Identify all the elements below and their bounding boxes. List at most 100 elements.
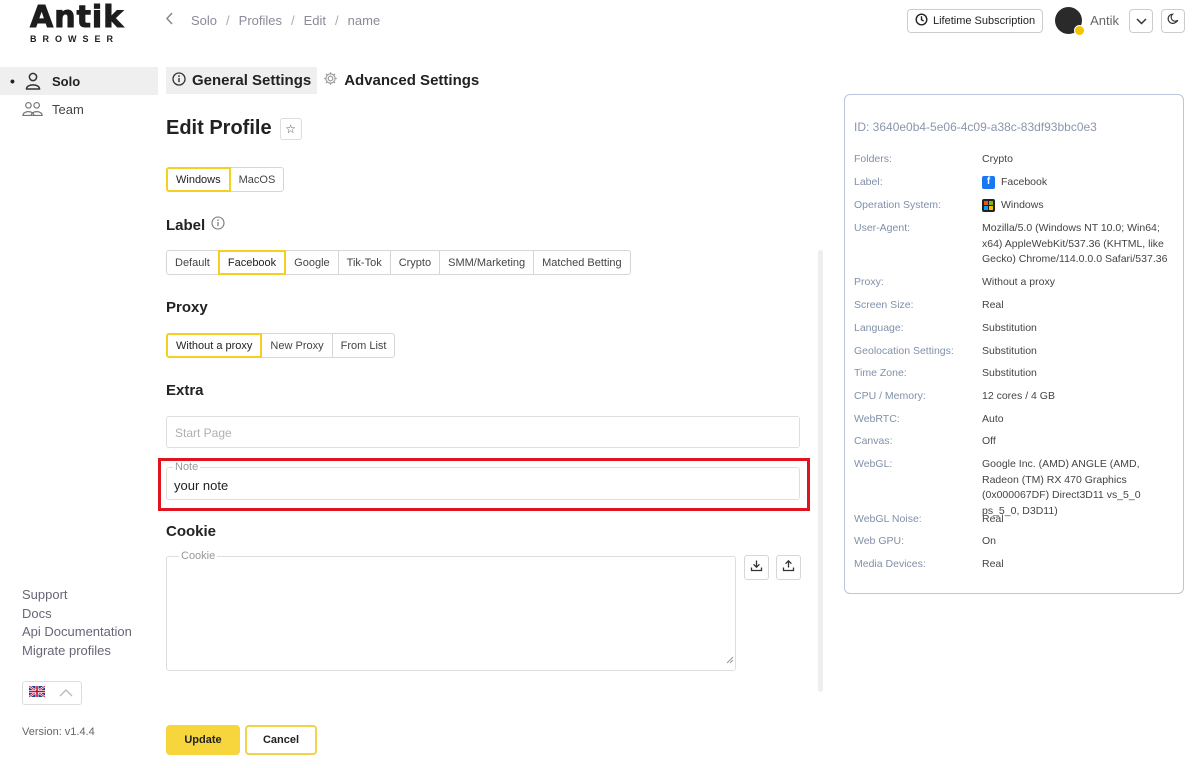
info-row-time-zone: Time Zone: Substitution (854, 366, 1176, 382)
theme-toggle-button[interactable] (1161, 8, 1185, 33)
note-highlight-box (158, 458, 810, 511)
info-key: User-Agent: (854, 222, 911, 234)
update-button[interactable]: Update (166, 725, 240, 755)
info-key: Geolocation Settings: (854, 345, 954, 357)
proxy-heading: Proxy (166, 299, 208, 316)
user-name[interactable]: Antik (1090, 13, 1119, 28)
cancel-button[interactable]: Cancel (245, 725, 317, 755)
os-option-macos[interactable]: MacOS (229, 167, 285, 192)
profile-id: ID: 3640e0b4-5e06-4c09-a38c-83df93bbc0e3 (854, 120, 1097, 134)
antik-logo: Antik BROWSER (30, 0, 130, 44)
info-value: Mozilla/5.0 (Windows NT 10.0; Win64; x64… (982, 221, 1176, 268)
sidebar-item-label: Team (52, 101, 84, 117)
info-value-text: Real (982, 299, 1004, 311)
cookie-textarea[interactable]: Cookie (166, 550, 736, 671)
uk-flag-icon (28, 684, 46, 702)
info-key: Operation System: (854, 199, 941, 211)
info-key: Time Zone: (854, 367, 907, 379)
sidebar-item-solo[interactable]: • Solo (0, 67, 158, 95)
info-value: Crypto (982, 152, 1176, 168)
api-documentation-link[interactable]: Api Documentation (22, 623, 132, 642)
tab-general-settings[interactable]: General Settings (166, 67, 318, 94)
extra-heading: Extra (166, 382, 204, 399)
info-row-web-gpu: Web GPU: On (854, 534, 1176, 550)
migrate-profiles-link[interactable]: Migrate profiles (22, 642, 132, 661)
info-value: 12 cores / 4 GB (982, 389, 1176, 405)
facebook-icon: f (982, 176, 995, 189)
info-key: Screen Size: (854, 299, 914, 311)
info-value: Real (982, 557, 1176, 573)
proxy-option-from-list[interactable]: From List (331, 333, 396, 358)
info-row-canvas: Canvas: Off (854, 434, 1176, 450)
info-value: Real (982, 512, 1176, 528)
chevron-down-icon (1135, 12, 1147, 30)
start-page-placeholder: Start Page (175, 426, 232, 440)
breadcrumb-edit[interactable]: Edit (304, 13, 326, 28)
label-option-tiktok[interactable]: Tik-Tok (337, 250, 391, 275)
label-option-default[interactable]: Default (166, 250, 219, 275)
info-value: On (982, 534, 1176, 550)
label-option-matched-betting[interactable]: Matched Betting (533, 250, 631, 275)
info-circle-icon (172, 71, 186, 90)
info-value-text: Without a proxy (982, 276, 1055, 288)
info-row-language: Language: Substitution (854, 321, 1176, 337)
cookie-upload-button[interactable] (776, 555, 801, 580)
logo-wordmark: Antik (30, 0, 125, 35)
os-selector: Windows MacOS (166, 167, 285, 192)
info-row-user-agent: User-Agent: Mozilla/5.0 (Windows NT 10.0… (854, 221, 1176, 268)
docs-link[interactable]: Docs (22, 605, 132, 624)
user-menu-button[interactable] (1129, 8, 1153, 33)
breadcrumb: Solo / Profiles / Edit / name (165, 12, 380, 28)
label-option-smm-marketing[interactable]: SMM/Marketing (439, 250, 535, 275)
favorite-button[interactable]: ☆ (279, 117, 302, 140)
label-heading: Label (166, 216, 225, 234)
info-value-text: Windows (1001, 199, 1044, 211)
info-value: Windows (982, 198, 1176, 214)
info-value: Google Inc. (AMD) ANGLE (AMD, Radeon (TM… (982, 457, 1176, 519)
proxy-option-new[interactable]: New Proxy (261, 333, 333, 358)
info-value-text: Crypto (982, 153, 1013, 165)
star-icon: ☆ (285, 121, 296, 136)
clock-icon (915, 12, 928, 29)
label-option-facebook[interactable]: Facebook (217, 250, 287, 275)
tab-advanced-settings[interactable]: Advanced Settings (317, 67, 485, 94)
avatar[interactable] (1055, 7, 1086, 36)
info-value: Auto (982, 412, 1176, 428)
tab-label: General Settings (192, 72, 312, 89)
support-link[interactable]: Support (22, 586, 132, 605)
info-value: Substitution (982, 321, 1176, 337)
info-key: Web GPU: (854, 535, 904, 547)
proxy-option-without[interactable]: Without a proxy (166, 333, 263, 358)
breadcrumb-separator: / (291, 12, 295, 28)
page-title: Edit Profile (166, 117, 272, 139)
info-circle-icon[interactable] (211, 216, 225, 234)
back-chevron-icon[interactable] (165, 12, 174, 28)
label-option-google[interactable]: Google (285, 250, 339, 275)
page-title-row: Edit Profile ☆ (166, 117, 302, 140)
start-page-input[interactable]: Start Page (166, 416, 800, 448)
breadcrumb-solo[interactable]: Solo (191, 13, 217, 28)
info-row-proxy: Proxy: Without a proxy (854, 275, 1176, 291)
form-scrollbar[interactable] (818, 250, 823, 692)
resize-handle-icon[interactable] (726, 651, 734, 669)
info-value-text: Off (982, 435, 996, 447)
breadcrumb-profiles[interactable]: Profiles (239, 13, 282, 28)
info-value: Real (982, 298, 1176, 314)
os-option-windows[interactable]: Windows (166, 167, 231, 192)
language-selector[interactable] (22, 681, 82, 705)
info-row-webgl: WebGL: Google Inc. (AMD) ANGLE (AMD, Rad… (854, 457, 1176, 519)
label-selector: Default Facebook Google Tik-Tok Crypto S… (166, 250, 631, 275)
label-option-crypto[interactable]: Crypto (389, 250, 441, 275)
sidebar-nav: • Solo Team (0, 67, 158, 123)
logo-subtitle: BROWSER (30, 34, 119, 44)
info-value-text: Real (982, 558, 1004, 570)
info-row-webrtc: WebRTC: Auto (854, 412, 1176, 428)
breadcrumb-name: name (347, 12, 381, 28)
lifetime-subscription-button[interactable]: Lifetime Subscription (906, 8, 1044, 33)
info-value-text: Real (982, 513, 1004, 525)
info-value: Off (982, 434, 1176, 450)
sidebar-item-team[interactable]: Team (0, 95, 158, 123)
breadcrumb-separator: / (226, 12, 230, 28)
cookie-download-button[interactable] (744, 555, 769, 580)
info-row-cpu-memory: CPU / Memory: 12 cores / 4 GB (854, 389, 1176, 405)
